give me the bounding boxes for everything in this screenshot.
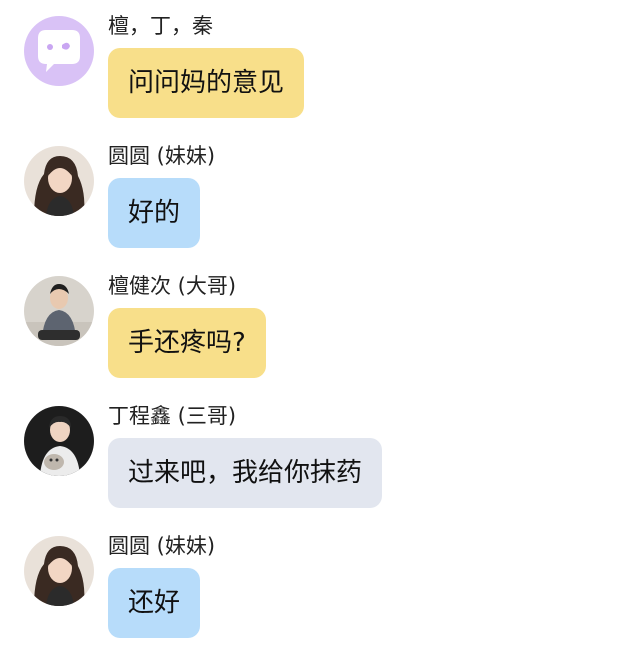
message-bubble[interactable]: 问问妈的意见 <box>108 48 305 118</box>
sender-name: 圆圆 (妹妹) <box>108 534 216 558</box>
chat-message: 圆圆 (妹妹) 还好 <box>0 520 640 650</box>
chat-message: 檀，丁，秦 问问妈的意见 <box>0 0 640 130</box>
chat-bubble-icon <box>24 16 94 86</box>
avatar[interactable] <box>24 146 94 216</box>
message-bubble[interactable]: 还好 <box>108 568 201 638</box>
chat-message-list[interactable]: 檀，丁，秦 问问妈的意见 圆圆 (妹妹) 好的 檀健次 (大哥) 手还疼吗? 丁… <box>0 0 640 660</box>
sender-name: 檀，丁，秦 <box>108 14 213 38</box>
girl-photo-avatar <box>24 146 94 216</box>
chat-message: 圆圆 (妹妹) 好的 <box>0 130 640 260</box>
girl-photo-avatar <box>24 536 94 606</box>
man-sitting-photo-avatar <box>24 276 94 346</box>
avatar[interactable] <box>24 406 94 476</box>
message-bubble[interactable]: 手还疼吗? <box>108 308 266 378</box>
chat-message: 丁程鑫 (三哥) 过来吧，我给你抹药 <box>0 390 640 520</box>
sender-name: 檀健次 (大哥) <box>108 274 237 298</box>
message-bubble[interactable]: 好的 <box>108 178 201 248</box>
chat-message: 檀健次 (大哥) 手还疼吗? <box>0 260 640 390</box>
avatar[interactable] <box>24 536 94 606</box>
man-holding-cat-photo-avatar <box>24 406 94 476</box>
message-bubble[interactable]: 过来吧，我给你抹药 <box>108 438 383 508</box>
sender-name: 丁程鑫 (三哥) <box>108 404 237 428</box>
avatar[interactable] <box>24 16 94 86</box>
sender-name: 圆圆 (妹妹) <box>108 144 216 168</box>
avatar[interactable] <box>24 276 94 346</box>
